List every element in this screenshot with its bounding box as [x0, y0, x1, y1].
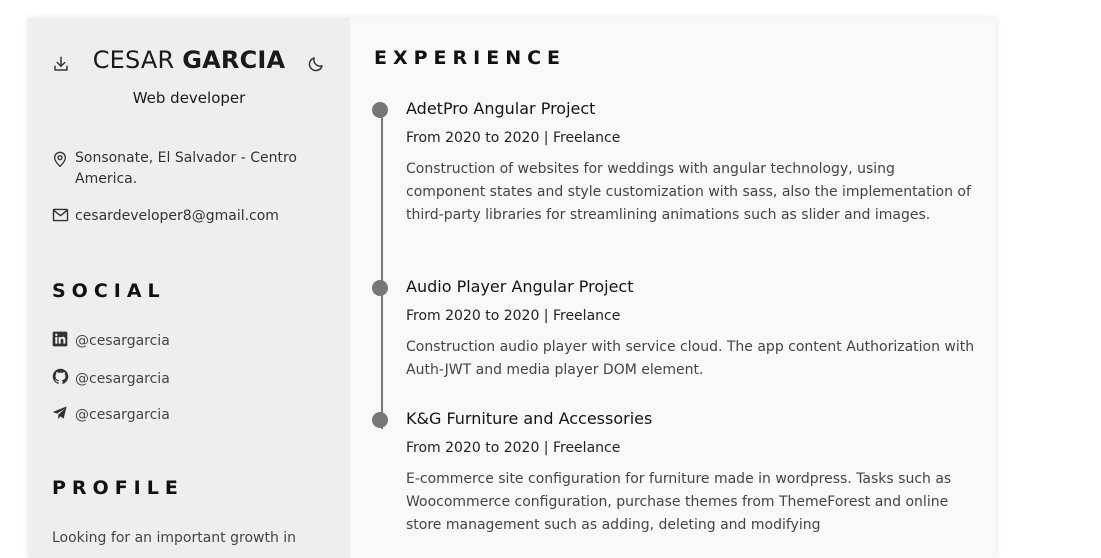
main-content: EXPERIENCE AdetPro Angular Project From … [350, 18, 996, 558]
linkedin-handle: @cesargarcia [75, 333, 170, 349]
social-item-telegram[interactable]: @cesargarcia [52, 405, 170, 425]
moon-icon[interactable] [307, 55, 325, 73]
first-name: CESAR [92, 46, 175, 74]
job-description: Construction of websites for weddings wi… [406, 161, 971, 223]
profile-text: Looking for an important growth in [52, 530, 297, 546]
job-title: K&G Furniture and Accessories [406, 409, 653, 428]
location-pin-icon [52, 148, 70, 175]
location-text: Sonsonate, El Salvador - Centro America. [75, 150, 297, 187]
social-title: SOCIAL [52, 280, 166, 302]
github-icon [52, 368, 70, 389]
job-meta: From 2020 to 2020 | Freelance [406, 440, 621, 456]
github-handle: @cesargarcia [75, 370, 170, 387]
person-name: CESAR GARCIA [28, 46, 350, 74]
telegram-icon [52, 405, 70, 425]
job-item: K&G Furniture and Accessories From 2020 … [372, 408, 976, 537]
resume-card: CESAR GARCIA Web developer Sonsonate, El… [28, 18, 996, 558]
timeline-dot [372, 412, 388, 428]
social-item-github[interactable]: @cesargarcia [52, 368, 170, 389]
job-description: E-commerce site configuration for furnit… [406, 471, 952, 533]
job-meta: From 2020 to 2020 | Freelance [406, 130, 621, 146]
experience-title: EXPERIENCE [374, 47, 567, 69]
telegram-handle: @cesargarcia [75, 407, 170, 423]
sidebar: CESAR GARCIA Web developer Sonsonate, El… [28, 18, 350, 558]
linkedin-icon [52, 331, 70, 351]
profile-title: PROFILE [52, 477, 184, 499]
job-title: Audio Player Angular Project [406, 277, 634, 296]
job-meta: From 2020 to 2020 | Freelance [406, 308, 621, 324]
job-role: Web developer [132, 89, 246, 107]
email-text[interactable]: cesardeveloper8@gmail.com [75, 206, 279, 227]
location-row: Sonsonate, El Salvador - Centro America. [52, 148, 322, 190]
job-description: Construction audio player with service c… [406, 339, 975, 378]
job-item: Audio Player Angular Project From 2020 t… [372, 276, 976, 382]
email-row: cesardeveloper8@gmail.com [52, 206, 279, 229]
social-item-linkedin[interactable]: @cesargarcia [52, 331, 170, 351]
timeline-dot [372, 280, 388, 296]
job-item: AdetPro Angular Project From 2020 to 202… [372, 98, 976, 227]
last-name: GARCIA [182, 46, 286, 74]
timeline-dot [372, 102, 388, 118]
mail-icon [52, 206, 70, 229]
job-title: AdetPro Angular Project [406, 99, 596, 118]
timeline-line [381, 109, 383, 429]
